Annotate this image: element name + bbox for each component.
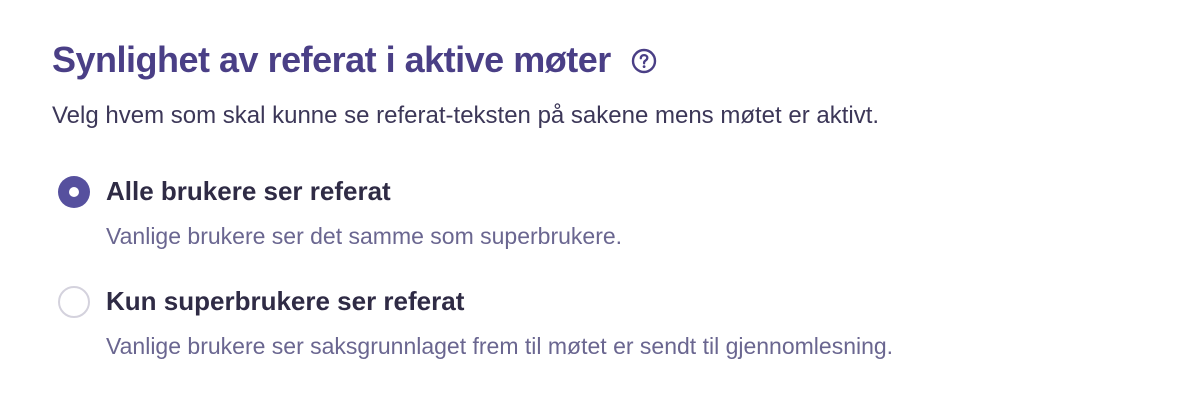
- option-text: Kun superbrukere ser referat Vanlige bru…: [106, 284, 893, 362]
- section-title: Synlighet av referat i aktive møter: [52, 39, 611, 80]
- radio-selected-dot: [69, 187, 79, 197]
- radio-all-users[interactable]: [58, 176, 90, 208]
- option-superusers-only[interactable]: Kun superbrukere ser referat Vanlige bru…: [58, 284, 893, 362]
- option-all-users[interactable]: Alle brukere ser referat Vanlige brukere…: [58, 174, 622, 252]
- visibility-settings-section: Synlighet av referat i aktive møter Velg…: [0, 0, 1202, 416]
- question-circle-icon[interactable]: [631, 48, 657, 74]
- title-row: Synlighet av referat i aktive møter: [52, 36, 657, 84]
- option-label[interactable]: Alle brukere ser referat: [106, 174, 622, 208]
- option-description: Vanlige brukere ser saksgrunnlaget frem …: [106, 333, 894, 359]
- radio-superusers-only[interactable]: [58, 286, 90, 318]
- option-label[interactable]: Kun superbrukere ser referat: [106, 284, 893, 318]
- section-description: Velg hvem som skal kunne se referat-teks…: [52, 102, 880, 129]
- option-description: Vanlige brukere ser det samme som superb…: [106, 223, 623, 249]
- option-text: Alle brukere ser referat Vanlige brukere…: [106, 174, 622, 252]
